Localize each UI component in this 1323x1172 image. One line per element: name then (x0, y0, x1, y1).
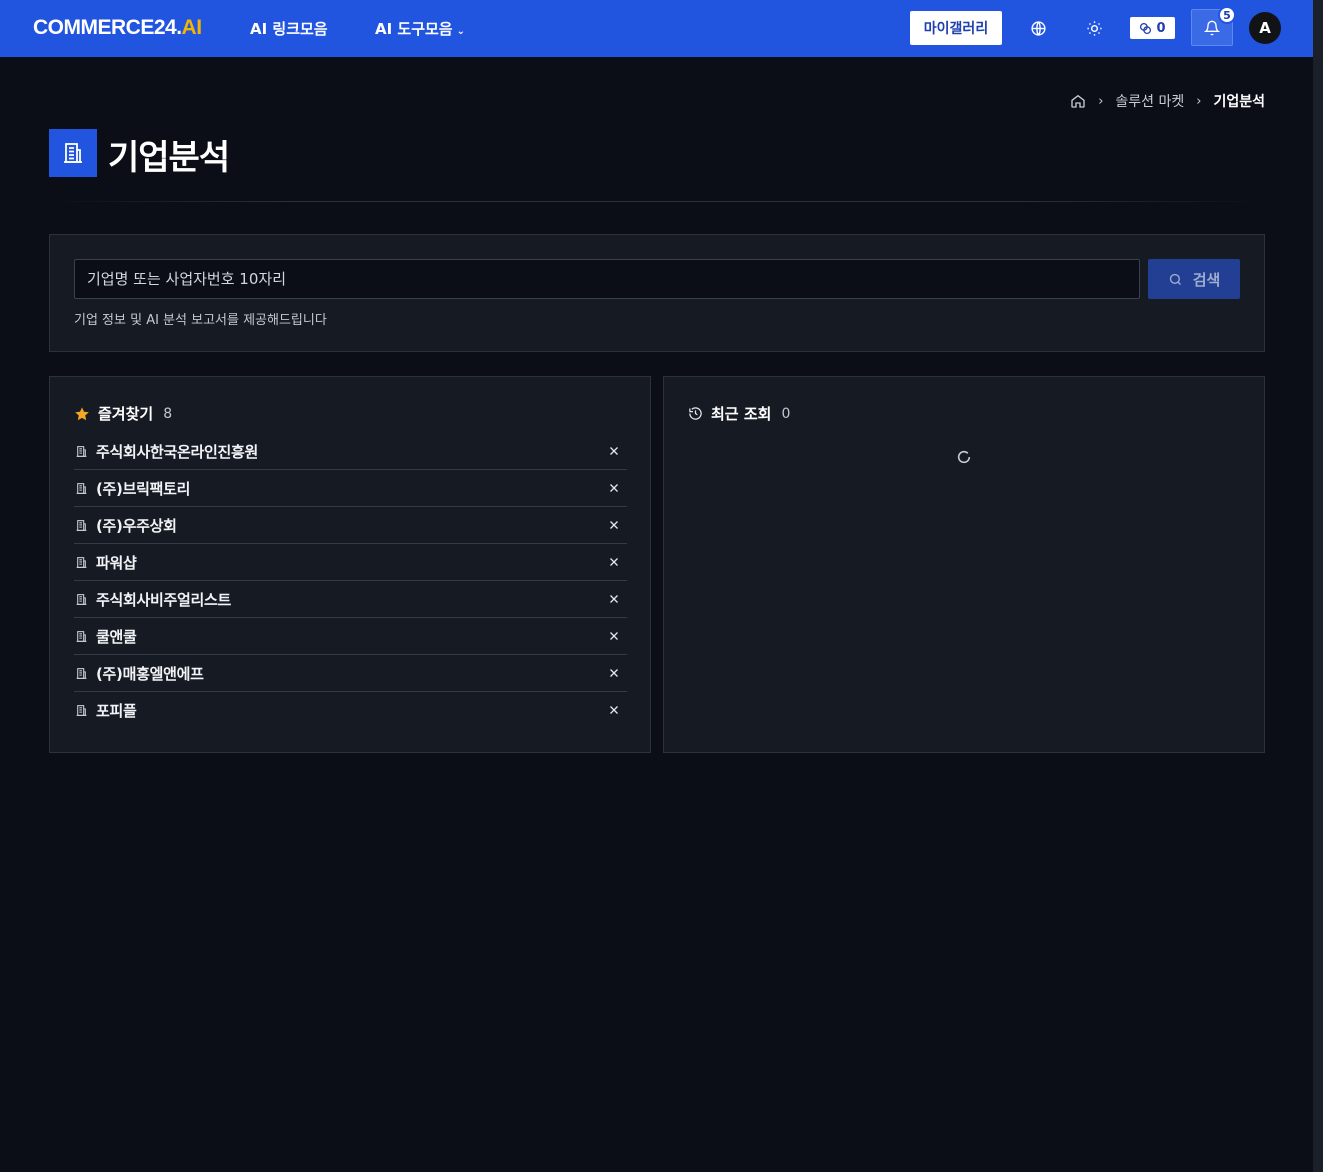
favorite-company-name[interactable]: 포피플 (96, 700, 137, 721)
favorites-header: 즐겨찾기 8 (74, 403, 172, 424)
favorite-item[interactable]: 주식회사한국온라인진흥원 (74, 433, 627, 470)
favorite-company-name[interactable]: 주식회사한국온라인진흥원 (96, 441, 258, 462)
coins-icon (1139, 22, 1152, 35)
close-icon[interactable] (607, 481, 621, 495)
nav-ai-tools-label: AI 도구모음 (375, 20, 453, 38)
building-icon (75, 666, 89, 680)
favorites-count: 8 (163, 405, 173, 422)
page: COMMERCE24.AI AI 링크모음 AI 도구모음 ⌄ 마이갤러리 0 5… (0, 0, 1323, 1172)
logo-accent-text: AI (181, 16, 203, 39)
recent-header: 최근 조회 0 (688, 403, 790, 424)
close-icon[interactable] (607, 444, 621, 458)
favorite-item[interactable]: (주)우주상회 (74, 507, 627, 544)
close-icon[interactable] (607, 703, 621, 717)
avatar[interactable]: A (1249, 12, 1281, 44)
breadcrumb-current: 기업분석 (1213, 94, 1265, 110)
favorite-company-name[interactable]: (주)매홍엘앤에프 (96, 663, 204, 684)
favorite-item[interactable]: 쿨앤쿨 (74, 618, 627, 655)
favorite-company-name[interactable]: 파워샵 (96, 552, 137, 573)
favorite-item[interactable]: (주)브릭팩토리 (74, 470, 627, 507)
credits-count: 0 (1156, 20, 1166, 36)
favorite-item[interactable]: (주)매홍엘앤에프 (74, 655, 627, 692)
building-icon (75, 444, 89, 458)
breadcrumb: › 솔루션 마켓 › 기업분석 (1070, 91, 1265, 111)
history-icon (688, 406, 703, 421)
logo-main-text: COMMERCE24. (33, 16, 182, 39)
building-icon (49, 129, 97, 177)
top-navbar: COMMERCE24.AI AI 링크모음 AI 도구모음 ⌄ 마이갤러리 0 5… (0, 0, 1313, 57)
building-icon (75, 629, 89, 643)
home-icon[interactable] (1070, 93, 1086, 109)
notification-badge: 5 (1218, 6, 1236, 24)
search-panel: 검색 기업 정보 및 AI 분석 보고서를 제공해드립니다 (49, 234, 1265, 352)
my-gallery-label: 마이갤러리 (923, 21, 989, 37)
breadcrumb-solution-market[interactable]: 솔루션 마켓 (1115, 91, 1184, 111)
logo[interactable]: COMMERCE24.AI (33, 16, 202, 40)
search-icon (1168, 272, 1183, 287)
recent-count: 0 (781, 405, 791, 422)
nav-ai-links-label: AI 링크모음 (250, 20, 328, 38)
building-icon (75, 704, 89, 718)
scrollbar[interactable] (1313, 0, 1323, 1172)
favorites-list: 주식회사한국온라인진흥원 (주)브릭팩토리 (주)우주상회파워샵주식회사비주얼리스트… (74, 433, 627, 729)
my-gallery-button[interactable]: 마이갤러리 (910, 11, 1002, 45)
close-icon[interactable] (607, 629, 621, 643)
close-icon[interactable] (607, 666, 621, 680)
building-icon (75, 555, 89, 569)
close-icon[interactable] (607, 518, 621, 532)
loading-spinner-icon (956, 449, 972, 465)
favorite-company-name[interactable]: (주)브릭팩토리 (96, 478, 190, 499)
favorite-company-name[interactable]: (주)우주상회 (96, 515, 177, 536)
star-icon (74, 406, 90, 422)
chevron-down-icon: ⌄ (456, 26, 466, 37)
favorite-company-name[interactable]: 쿨앤쿨 (96, 626, 137, 647)
bell-icon (1204, 20, 1220, 36)
close-icon[interactable] (607, 592, 621, 606)
page-title: 기업분석 (108, 138, 230, 178)
chevron-right-icon: › (1098, 93, 1104, 109)
search-button[interactable]: 검색 (1148, 259, 1240, 299)
recent-panel: 최근 조회 0 (663, 376, 1265, 753)
title-divider (49, 201, 1265, 202)
search-hint: 기업 정보 및 AI 분석 보고서를 제공해드립니다 (74, 313, 327, 328)
chevron-right-icon: › (1196, 93, 1202, 109)
globe-icon[interactable] (1027, 17, 1049, 39)
credits-button[interactable]: 0 (1130, 17, 1175, 39)
favorite-item[interactable]: 주식회사비주얼리스트 (74, 581, 627, 618)
favorite-item[interactable]: 포피플 (74, 692, 627, 729)
favorite-item[interactable]: 파워샵 (74, 544, 627, 581)
building-icon (75, 481, 89, 495)
nav-ai-tools[interactable]: AI 도구모음 ⌄ (375, 18, 465, 39)
favorite-company-name[interactable]: 주식회사비주얼리스트 (96, 589, 231, 610)
favorites-panel: 즐겨찾기 8 주식회사한국온라인진흥원 (주)브릭팩토리 (주)우주상회 파워샵 주식회… (49, 376, 651, 753)
favorites-title: 즐겨찾기 (98, 405, 154, 423)
company-search-input[interactable] (74, 259, 1140, 299)
close-icon[interactable] (607, 555, 621, 569)
nav-ai-links[interactable]: AI 링크모음 (250, 18, 328, 39)
building-icon (75, 518, 89, 532)
sun-icon[interactable] (1083, 17, 1105, 39)
building-icon (75, 592, 89, 606)
search-button-label: 검색 (1192, 270, 1221, 289)
recent-title: 최근 조회 (711, 405, 772, 423)
